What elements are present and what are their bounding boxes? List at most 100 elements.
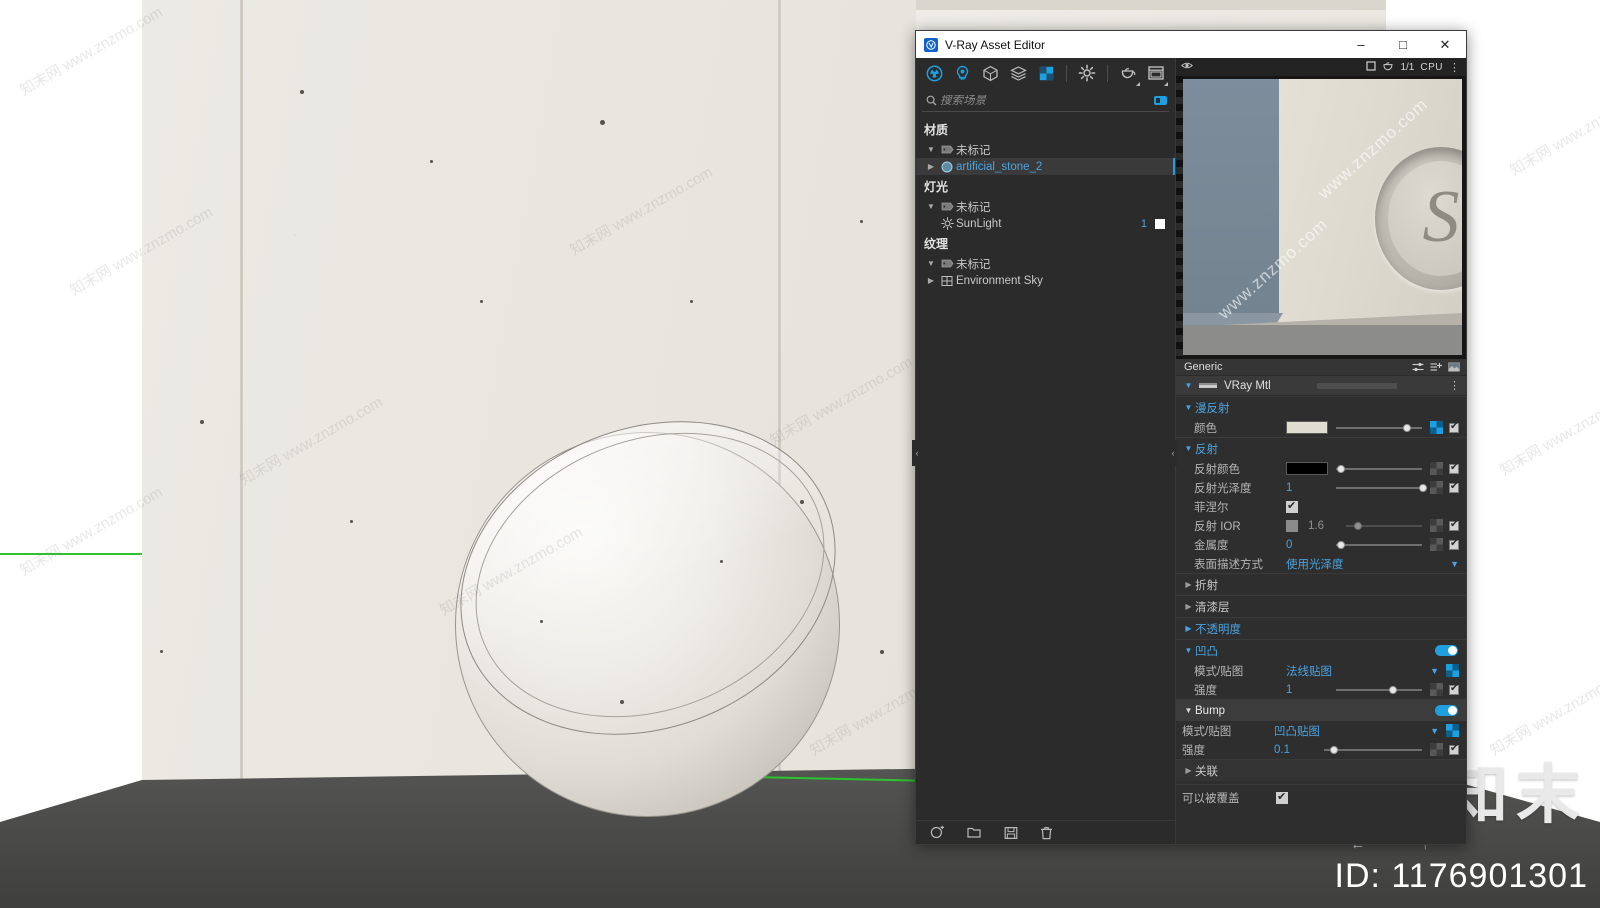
prop-value[interactable]: 0	[1286, 539, 1328, 551]
visibility-icon[interactable]	[1181, 61, 1193, 73]
prop-row-can-be-overridden[interactable]: 可以被覆盖	[1176, 788, 1466, 807]
expand-arrow-icon[interactable]: ▼	[924, 202, 938, 211]
expand-arrow-icon[interactable]: ▼	[1182, 706, 1195, 715]
light-color-swatch[interactable]	[1155, 218, 1165, 229]
prop-row-bump-amount-en[interactable]: 强度 0.1	[1176, 740, 1466, 759]
folder-open-icon[interactable]	[967, 824, 982, 841]
prop-row-reflection-color[interactable]: 反射颜色	[1176, 459, 1466, 478]
prop-row-bump-mode-en[interactable]: 模式/贴图 凹凸贴图 ▼	[1176, 721, 1466, 740]
materials-tab[interactable]	[922, 60, 948, 86]
filter-badge-icon[interactable]	[1154, 96, 1167, 105]
teapot-preview-tab[interactable]	[1115, 60, 1141, 86]
params-collapse-handle[interactable]: ‹	[1168, 440, 1178, 466]
expand-arrow-icon[interactable]: ▼	[1182, 381, 1195, 390]
tree-row-artificial-stone-2[interactable]: ▶ artificial_stone_2	[916, 158, 1175, 175]
texture-slot-button[interactable]	[1430, 683, 1443, 696]
expand-arrow-icon[interactable]: ▶	[924, 276, 938, 285]
prop-value[interactable]: 1.6	[1308, 520, 1338, 532]
kebab-menu-icon[interactable]: ⋮	[1449, 61, 1461, 74]
texture-slot-button[interactable]	[1430, 743, 1443, 756]
section-header-bump-en[interactable]: ▼ Bump	[1176, 699, 1466, 721]
ior-enable-checkbox[interactable]	[1286, 519, 1298, 532]
render-elements-tab[interactable]	[1006, 60, 1032, 86]
reflection-color-swatch[interactable]	[1286, 462, 1328, 475]
can-be-overridden-checkbox[interactable]	[1276, 790, 1288, 804]
brdf-dropdown-value[interactable]: 使用光泽度	[1286, 556, 1344, 572]
texture-slot-button[interactable]	[1430, 538, 1443, 551]
expand-arrow-icon[interactable]: ▶	[1182, 602, 1195, 611]
texture-slot-button[interactable]	[1430, 421, 1443, 434]
stop-square-icon[interactable]	[1366, 60, 1377, 74]
prop-row-fresnel[interactable]: 菲涅尔	[1176, 497, 1466, 516]
expand-arrow-icon[interactable]: ▶	[924, 162, 938, 171]
section-header-binding[interactable]: ▶ 关联	[1176, 759, 1466, 781]
diffuse-color-swatch[interactable]	[1286, 421, 1328, 434]
expand-arrow-icon[interactable]: ▼	[1182, 646, 1195, 655]
enable-checkbox[interactable]	[1449, 519, 1459, 531]
enable-checkbox[interactable]	[1449, 683, 1459, 695]
enable-checkbox[interactable]	[1449, 481, 1459, 493]
maximize-button[interactable]: □	[1382, 31, 1424, 58]
prop-value[interactable]: 0.1	[1274, 744, 1316, 756]
search-input[interactable]	[940, 94, 1154, 107]
section-header-opacity[interactable]: ▶ 不透明度	[1176, 617, 1466, 639]
window-titlebar[interactable]: V-Ray Asset Editor – □ ✕	[916, 31, 1466, 58]
prop-row-brdf-type[interactable]: 表面描述方式 使用光泽度 ▼	[1176, 554, 1466, 573]
expand-arrow-icon[interactable]: ▼	[1182, 403, 1195, 412]
fresnel-checkbox[interactable]	[1286, 499, 1298, 513]
lights-tab[interactable]	[950, 60, 976, 86]
enable-checkbox[interactable]	[1449, 462, 1459, 474]
tree-row-unlabeled-lights[interactable]: ▼ 未标记	[916, 198, 1175, 215]
prop-value[interactable]: 1	[1286, 482, 1328, 494]
asset-tree[interactable]: 材质 ▼ 未标记 ▶ artificial_stone_2 灯光 ▼ 未标记 S…	[916, 112, 1175, 820]
expand-arrow-icon[interactable]: ▶	[1182, 766, 1195, 775]
expand-arrow-icon[interactable]: ▼	[924, 145, 938, 154]
bump-en-enable-toggle[interactable]	[1435, 705, 1458, 716]
trash-icon[interactable]	[1040, 824, 1053, 841]
prop-row-bump-amount-cn[interactable]: 强度 1	[1176, 680, 1466, 699]
save-icon[interactable]	[1004, 824, 1018, 841]
material-type-row[interactable]: ▼ VRay Mtl ⋮	[1176, 376, 1466, 396]
expand-arrow-icon[interactable]: ▼	[924, 259, 938, 268]
render-engine-label[interactable]: CPU	[1420, 62, 1443, 73]
material-preview-icon[interactable]	[1446, 360, 1462, 375]
bump-mode-dropdown-value[interactable]: 法线贴图	[1286, 663, 1332, 679]
vray-asset-editor-window[interactable]: V-Ray Asset Editor – □ ✕ 搜索场景 材质 ▼ 未标记 ▶…	[915, 30, 1467, 845]
add-asset-icon[interactable]	[930, 824, 945, 841]
tree-row-unlabeled-materials[interactable]: ▼ 未标记	[916, 141, 1175, 158]
chevron-down-icon[interactable]: ▼	[1430, 666, 1446, 676]
chevron-down-icon[interactable]: ▼	[1430, 726, 1446, 736]
section-header-reflection[interactable]: ▼ 反射	[1176, 437, 1466, 459]
texture-slot-button[interactable]	[1430, 462, 1443, 475]
minimize-button[interactable]: –	[1340, 31, 1382, 58]
kebab-menu-icon[interactable]: ⋮	[1449, 379, 1466, 392]
section-header-bump-cn[interactable]: ▼ 凹凸	[1176, 639, 1466, 661]
search-scene-row[interactable]	[922, 90, 1169, 112]
teapot-icon[interactable]	[1382, 61, 1394, 74]
texture-slot-button[interactable]	[1430, 481, 1443, 494]
expand-arrow-icon[interactable]: ▶	[1182, 580, 1195, 589]
tree-row-unlabeled-textures[interactable]: ▼ 未标记	[916, 255, 1175, 272]
add-list-icon[interactable]	[1428, 360, 1444, 375]
material-blend-slider[interactable]	[1316, 382, 1397, 389]
material-preview[interactable]: S www.znzmo.com www.znzmo.com	[1176, 76, 1466, 359]
textures-tab[interactable]	[1034, 60, 1060, 86]
geometry-tab[interactable]	[978, 60, 1004, 86]
section-header-diffuse[interactable]: ▼ 漫反射	[1176, 396, 1466, 418]
section-header-refraction[interactable]: ▶ 折射	[1176, 573, 1466, 595]
prop-row-reflection-ior[interactable]: 反射 IOR 1.6	[1176, 516, 1466, 535]
material-parameters[interactable]: ▼ VRay Mtl ⋮ ▼ 漫反射 颜色 ✔ ▼ 反射 反射颜色 ✔ 反射光泽…	[1176, 376, 1466, 844]
settings-tab[interactable]	[1074, 60, 1100, 86]
expand-arrow-icon[interactable]: ▼	[1182, 444, 1195, 453]
bump-mode-dropdown-value[interactable]: 凹凸贴图	[1274, 723, 1320, 739]
prop-row-diffuse-color[interactable]: 颜色	[1176, 418, 1466, 437]
frame-buffer-tab[interactable]	[1143, 60, 1169, 86]
section-header-coat[interactable]: ▶ 清漆层	[1176, 595, 1466, 617]
close-button[interactable]: ✕	[1424, 31, 1466, 58]
bump-enable-toggle[interactable]	[1435, 645, 1458, 656]
preview-resolution[interactable]: 1/1	[1400, 62, 1414, 73]
sliders-icon[interactable]	[1410, 360, 1426, 375]
prop-row-reflection-glossiness[interactable]: 反射光泽度 1	[1176, 478, 1466, 497]
texture-slot-button[interactable]	[1446, 664, 1459, 677]
texture-slot-button[interactable]	[1446, 724, 1459, 737]
